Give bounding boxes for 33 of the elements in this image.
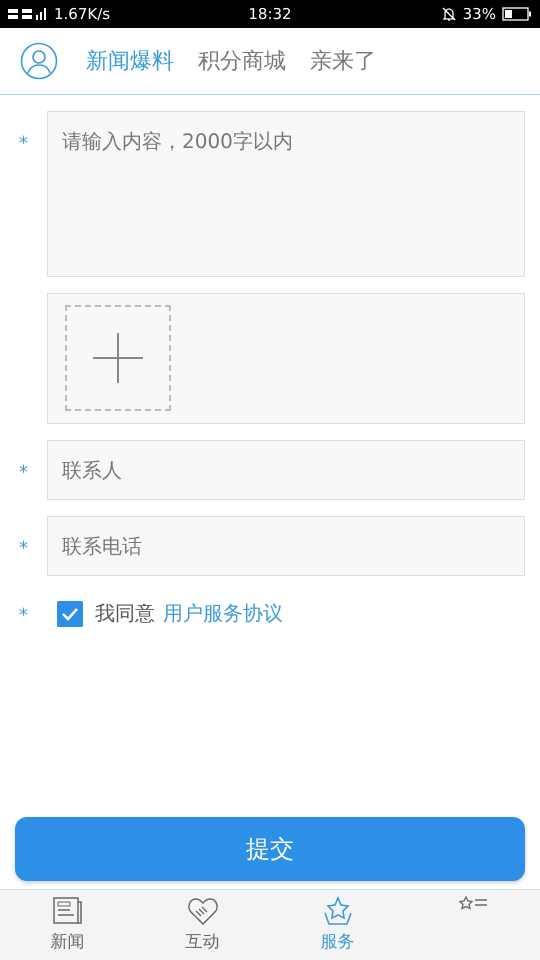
star-icon: [322, 896, 354, 926]
battery-icon: [502, 7, 532, 21]
plus-icon: [92, 332, 144, 384]
clock: 18:32: [248, 5, 292, 23]
phone-field[interactable]: 联系电话: [47, 516, 525, 576]
signal-icon: [8, 7, 48, 21]
required-mark: *: [18, 604, 29, 626]
muted-bell-icon: [440, 6, 457, 22]
nav-label: 新闻: [50, 931, 84, 953]
battery-percent: 33%: [462, 5, 496, 23]
newspaper-icon: [52, 896, 84, 926]
agreement-text: 我同意: [95, 600, 155, 627]
contact-field[interactable]: 联系人: [47, 440, 525, 500]
content-field[interactable]: 请输入内容，2000字以内: [47, 111, 525, 277]
nav-tab[interactable]: 服务: [270, 890, 405, 960]
nav-tab[interactable]: 互动: [135, 890, 270, 960]
add-image-button[interactable]: [65, 305, 171, 411]
checkbox[interactable]: [57, 600, 83, 626]
nav-tab[interactable]: 新闻: [0, 890, 135, 960]
star-list-icon: [458, 896, 486, 910]
network-speed: 1.67K/s: [54, 5, 110, 23]
required-mark: *: [18, 460, 29, 482]
header-tab[interactable]: 新闻爆料: [86, 46, 174, 76]
nav-label: 互动: [186, 931, 220, 953]
required-mark: *: [18, 536, 29, 558]
header-tab[interactable]: 亲来了: [310, 46, 376, 76]
agreement-link[interactable]: 用户服务协议: [163, 600, 283, 627]
submit-button[interactable]: 提交: [15, 817, 525, 881]
header-tab[interactable]: 积分商城: [198, 46, 286, 76]
heart-handshake-icon: [186, 896, 218, 926]
user-avatar-icon[interactable]: [20, 42, 58, 80]
nav-label: 服务: [320, 931, 354, 953]
required-mark: *: [18, 132, 29, 154]
